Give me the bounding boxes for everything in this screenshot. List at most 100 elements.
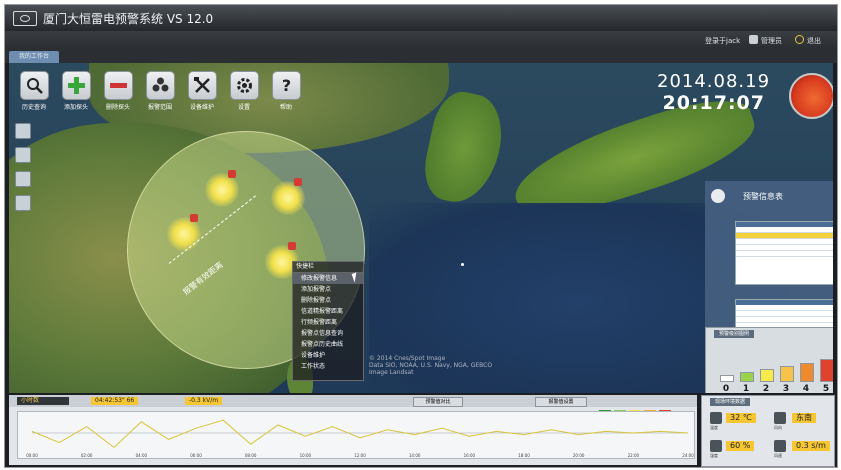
zoom-out-tool-icon[interactable]: [15, 195, 31, 211]
compare-button[interactable]: 预警值对比: [413, 397, 463, 407]
temperature-value: 32 ℃: [726, 413, 756, 423]
logo-icon: [13, 11, 37, 26]
chart-svg: 00:00 02:00 04:00 06:00 08:00 10:00 12:00 14:00…: [26, 419, 694, 458]
context-menu-item[interactable]: 添加报警点: [293, 284, 363, 295]
title-bar: 厦门大恒雷电预警系统 VS 12.0: [5, 5, 837, 31]
add-probe-label: 添加探头: [63, 104, 88, 111]
history-button-label: 历史查询: [21, 104, 46, 111]
magnifier-icon: [26, 78, 43, 94]
context-menu-header: 快捷栏: [293, 262, 363, 273]
x-tick-label: 12:00: [354, 453, 366, 458]
lightning-hotspot[interactable]: [167, 214, 201, 251]
wind-speed-label: 风速: [774, 453, 782, 458]
level-4-bar: [800, 363, 814, 382]
level-1-label: 1: [742, 384, 750, 393]
monitor-toolbar: 小时数 04:42:53" 66 -0.3 kV/m 预警值对比 报警值设置: [9, 395, 697, 413]
app-window: 厦门大恒雷电预警系统 VS 12.0 登录于jack 管理员 退出 我的工作台 …: [4, 4, 838, 468]
level-0-label: 0: [722, 384, 730, 393]
alert-flag-icon: [190, 214, 198, 222]
lasso-tool-icon[interactable]: [15, 147, 31, 163]
radar-icon[interactable]: [789, 73, 833, 119]
clock-badge: 04:42:53" 66: [91, 397, 139, 405]
x-tick-label: 10:00: [300, 453, 312, 458]
x-tick-label: 06:00: [190, 453, 202, 458]
cluster-icon: [152, 77, 168, 92]
zoom-in-tool-icon[interactable]: [15, 171, 31, 187]
context-menu-item[interactable]: 设备维护: [293, 350, 363, 361]
alarm-range-button[interactable]: 报警范围: [139, 71, 181, 111]
series-line: [31, 419, 689, 449]
pointer-tool-icon[interactable]: [15, 123, 31, 139]
plus-icon: [67, 77, 85, 94]
lightning-hotspot[interactable]: [205, 170, 239, 207]
humidity-value: 60 %: [726, 441, 755, 451]
map-marker-dot: [461, 263, 464, 266]
svg-text:?: ?: [281, 76, 290, 95]
wind-direction-icon: [774, 412, 786, 424]
context-menu-item[interactable]: 删除报警点: [293, 295, 363, 306]
level-3-bar: [780, 366, 794, 382]
user-icon: [749, 35, 758, 44]
weather-panel: 现场环境数据 温度 32 ℃ 风向 东南 湿度 60 % 风速 0.3 s/m: [701, 395, 835, 467]
chart-legend: [599, 398, 693, 413]
x-tick-label: 16:00: [464, 453, 476, 458]
history-button[interactable]: 历史查询: [13, 71, 55, 111]
level-4-label: 4: [802, 384, 810, 393]
arrow-right-icon[interactable]: [711, 189, 725, 203]
x-tick-label: 00:00: [26, 453, 38, 458]
settings-button[interactable]: 设置: [223, 71, 265, 111]
lightning-hotspot[interactable]: [271, 178, 305, 215]
context-menu-item[interactable]: 信道精报警距离: [293, 306, 363, 317]
minus-icon: [109, 83, 127, 88]
map-view[interactable]: 报警有效距离 历史查询 添加探头 删除探头 报警范围 设备维护 设置 ? 帮助 …: [9, 63, 833, 393]
context-menu-item[interactable]: 报警点历史曲线: [293, 339, 363, 350]
role-label: 管理员: [761, 37, 782, 45]
datetime-display: 2014.08.19 20:17:07: [657, 71, 769, 114]
level-legend-title: 预警级别图例: [714, 330, 754, 338]
add-probe-button[interactable]: 添加探头: [55, 71, 97, 111]
context-menu-item[interactable]: 工作状态: [293, 361, 363, 372]
tab-bar: 我的工作台: [5, 49, 837, 63]
wind-speed-icon: [774, 440, 786, 452]
thermometer-icon: [710, 412, 722, 424]
level-1-bar: [740, 372, 754, 382]
time-text: 20:17:07: [662, 92, 765, 114]
level-0-bar: [720, 375, 734, 382]
wind-dir-label: 风向: [774, 425, 782, 430]
alert-flag-icon: [288, 242, 296, 250]
power-icon[interactable]: [795, 35, 804, 44]
maintenance-button[interactable]: 设备维护: [181, 71, 223, 111]
field-monitor-panel: 小时数 04:42:53" 66 -0.3 kV/m 预警值对比 报警值设置 0…: [9, 395, 697, 465]
wind-direction-value: 东南: [792, 413, 816, 423]
x-tick-label: 04:00: [136, 453, 148, 458]
gear-icon: [236, 78, 252, 93]
context-menu-item[interactable]: 报警点信息查询: [293, 328, 363, 339]
level-2-bar: [760, 369, 774, 382]
humidity-label: 湿度: [710, 453, 718, 458]
wind-speed-value: 0.3 s/m: [792, 441, 830, 451]
tab-workbench[interactable]: 我的工作台: [9, 51, 60, 63]
delete-probe-label: 删除探头: [105, 104, 130, 111]
alarm-settings-button[interactable]: 报警值设置: [535, 397, 587, 407]
toolbar: 历史查询 添加探头 删除探头 报警范围 设备维护 设置 ? 帮助: [9, 63, 309, 115]
temp-label: 温度: [710, 425, 718, 430]
alert-flag-icon: [294, 178, 302, 186]
x-tick-label: 08:00: [245, 453, 257, 458]
alert-panel-title: 预警信息表: [743, 192, 783, 201]
x-tick-label: 18:00: [518, 453, 530, 458]
question-icon: ?: [281, 76, 290, 95]
x-tick-label: 02:00: [81, 453, 93, 458]
alert-level-legend: 预警级别图例 0 1 2 3 4 5: [705, 327, 833, 393]
alert-table[interactable]: [735, 221, 833, 285]
user-label: 登录于jack: [705, 37, 741, 45]
time-range-select[interactable]: 小时数: [17, 397, 69, 405]
help-button[interactable]: ? 帮助: [265, 71, 307, 111]
x-tick-label: 24:00: [682, 453, 694, 458]
logout-link[interactable]: 退出: [807, 36, 821, 46]
x-tick-label: 14:00: [409, 453, 421, 458]
settings-label: 设置: [237, 104, 250, 111]
context-menu-item[interactable]: 行频报警距离: [293, 317, 363, 328]
alarm-range-label: 报警范围: [147, 104, 172, 111]
delete-probe-button[interactable]: 删除探头: [97, 71, 139, 111]
help-label: 帮助: [279, 104, 292, 111]
